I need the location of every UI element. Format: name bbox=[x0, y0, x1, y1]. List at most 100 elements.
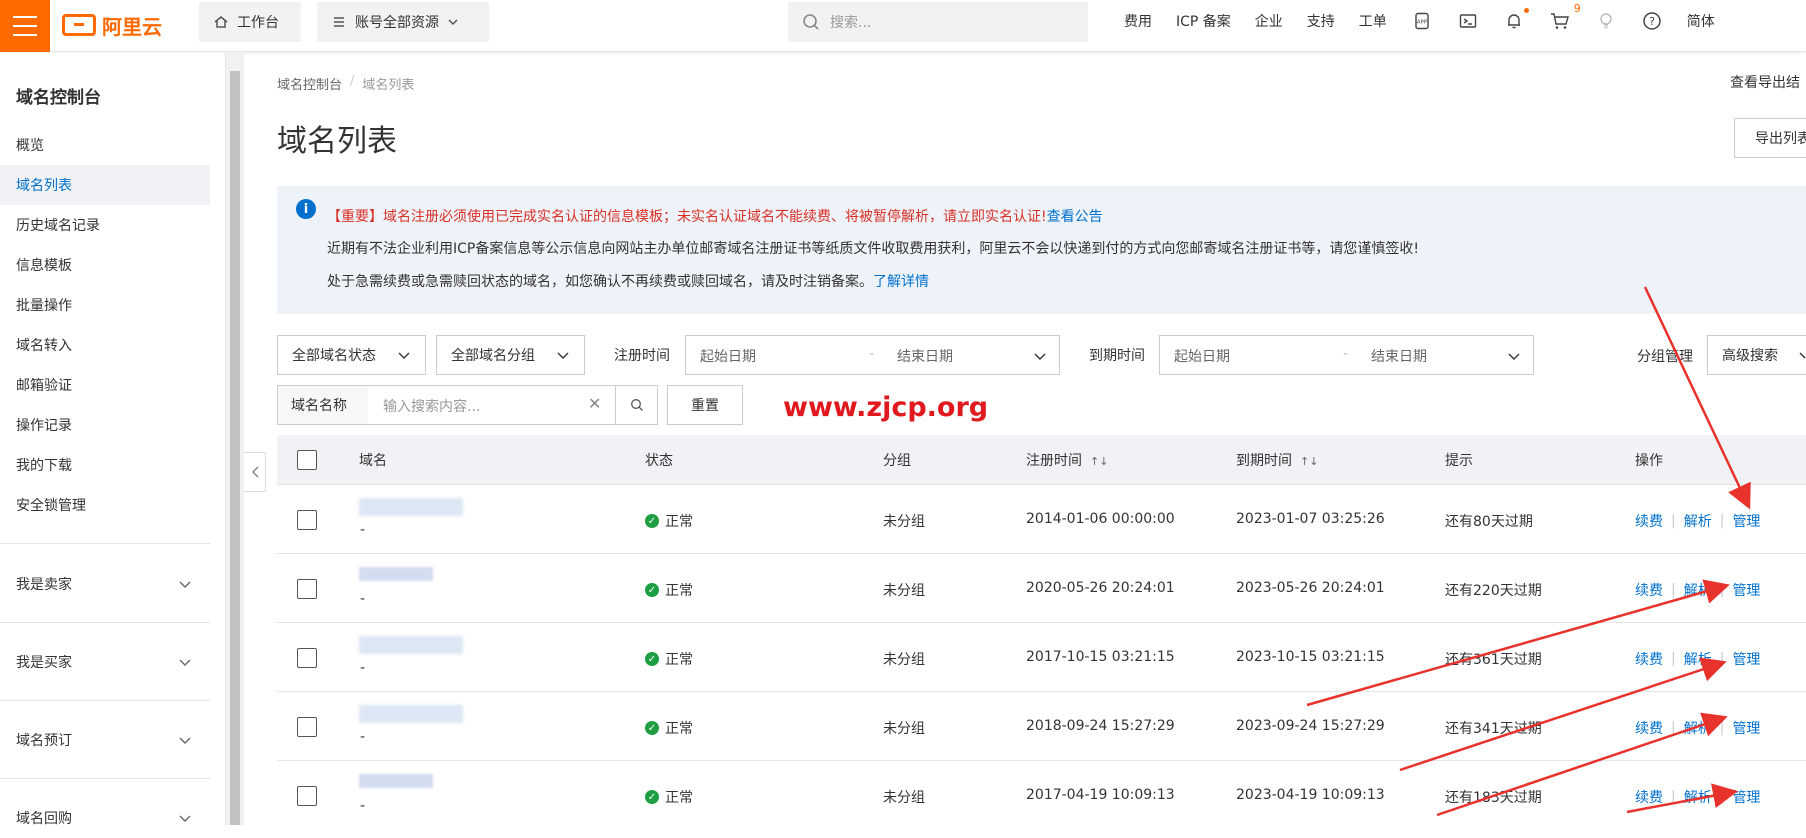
domain-name-redacted[interactable] bbox=[359, 705, 463, 723]
sidebar-item-operation-log[interactable]: 操作记录 bbox=[0, 405, 210, 445]
cart-icon[interactable]: 9 bbox=[1549, 2, 1581, 32]
learn-more-link[interactable]: 了解详情 bbox=[873, 274, 929, 290]
sidebar-item-downloads[interactable]: 我的下载 bbox=[0, 445, 210, 485]
table-row: - ✓ 正常 未分组 2017-04-19 10:09:13 2023-04-19… bbox=[277, 762, 1806, 825]
renew-link[interactable]: 续费 bbox=[1635, 718, 1663, 738]
renew-link[interactable]: 续费 bbox=[1635, 511, 1663, 531]
chevron-left-icon bbox=[251, 466, 259, 478]
row-checkbox[interactable] bbox=[297, 786, 317, 806]
domain-name-redacted[interactable] bbox=[359, 567, 433, 581]
menu-icon[interactable] bbox=[0, 0, 50, 52]
domain-name-redacted[interactable] bbox=[359, 774, 433, 788]
aliyun-logo[interactable]: 阿里云 bbox=[62, 10, 162, 40]
sidebar-item-domain-list[interactable]: 域名列表 bbox=[0, 165, 210, 205]
manage-link[interactable]: 管理 bbox=[1732, 511, 1760, 531]
reg-end-date[interactable]: 结束日期 bbox=[897, 346, 953, 366]
top-link-icp[interactable]: ICP 备案 bbox=[1164, 11, 1243, 31]
domain-search-input[interactable]: 输入搜索内容... bbox=[383, 396, 480, 416]
sidebar-group-buyer[interactable]: 我是买家 bbox=[0, 642, 210, 682]
domain-name-redacted[interactable] bbox=[359, 498, 463, 516]
resolve-link[interactable]: 解析 bbox=[1684, 580, 1712, 600]
col-status: 状态 bbox=[645, 453, 673, 469]
resolve-link[interactable]: 解析 bbox=[1684, 718, 1712, 738]
resolve-link[interactable]: 解析 bbox=[1684, 787, 1712, 807]
manage-link[interactable]: 管理 bbox=[1732, 580, 1760, 600]
workbench-button[interactable]: 工作台 bbox=[199, 2, 301, 42]
reset-button[interactable]: 重置 bbox=[667, 385, 743, 425]
top-link-fee[interactable]: 费用 bbox=[1112, 11, 1164, 31]
exp-start-date[interactable]: 起始日期 bbox=[1174, 346, 1230, 366]
notification-dot bbox=[1523, 8, 1529, 13]
top-link-ticket[interactable]: 工单 bbox=[1347, 11, 1399, 31]
sidebar-item-email-verify[interactable]: 邮箱验证 bbox=[0, 365, 210, 405]
reg-start-date[interactable]: 起始日期 bbox=[700, 346, 756, 366]
notice-important-text: 【重要】域名注册必须使用已完成实名认证的信息模板；未实名认证域名不能续费、将被暂… bbox=[327, 209, 1047, 225]
scrollbar-thumb[interactable] bbox=[230, 71, 240, 825]
view-export-results-link[interactable]: 查看导出结 bbox=[1730, 72, 1800, 92]
sidebar-item-history[interactable]: 历史域名记录 bbox=[0, 205, 210, 245]
select-all-checkbox[interactable] bbox=[297, 450, 317, 470]
chevron-down-icon bbox=[179, 659, 191, 666]
manage-link[interactable]: 管理 bbox=[1732, 649, 1760, 669]
sidebar-group-seller[interactable]: 我是卖家 bbox=[0, 564, 210, 604]
watermark-text: www.zjcp.org bbox=[783, 392, 989, 423]
sidebar-collapse-button[interactable] bbox=[244, 452, 266, 492]
sidebar-item-overview[interactable]: 概览 bbox=[0, 125, 210, 165]
view-announcement-link[interactable]: 查看公告 bbox=[1047, 209, 1103, 225]
sidebar-item-templates[interactable]: 信息模板 bbox=[0, 245, 210, 285]
reg-time-cell: 2020-05-26 20:24:01 bbox=[1026, 580, 1175, 596]
group-cell: 未分组 bbox=[883, 790, 925, 806]
action-separator: | bbox=[1719, 720, 1725, 736]
clear-icon[interactable]: ✕ bbox=[588, 394, 601, 413]
lightbulb-icon[interactable] bbox=[1595, 10, 1617, 32]
renew-link[interactable]: 续费 bbox=[1635, 580, 1663, 600]
col-reg-time[interactable]: 注册时间 ↑↓ bbox=[1026, 450, 1108, 470]
svg-text:?: ? bbox=[1649, 15, 1655, 28]
help-icon[interactable]: ? bbox=[1641, 10, 1663, 32]
top-link-enterprise[interactable]: 企业 bbox=[1243, 11, 1295, 31]
reg-date-range[interactable]: 起始日期 - 结束日期 bbox=[685, 335, 1060, 375]
sort-icon[interactable]: ↑↓ bbox=[1300, 455, 1318, 468]
sidebar-item-transfer-in[interactable]: 域名转入 bbox=[0, 325, 210, 365]
renew-link[interactable]: 续费 bbox=[1635, 787, 1663, 807]
sidebar-item-security-lock[interactable]: 安全锁管理 bbox=[0, 485, 210, 525]
bell-icon[interactable] bbox=[1503, 8, 1529, 32]
table-row: - ✓ 正常 未分组 2018-09-24 15:27:29 2023-09-24… bbox=[277, 693, 1806, 761]
sidebar-scrollbar[interactable] bbox=[226, 53, 244, 825]
row-actions: 续费 | 解析 | 管理 bbox=[1635, 649, 1760, 669]
domain-group-select[interactable]: 全部域名分组 bbox=[436, 335, 585, 375]
notice-line-cancel: 处于急需续费或急需赎回状态的域名，如您确认不再续费或赎回域名，请及时注销备案。了… bbox=[327, 271, 929, 291]
chevron-down-icon bbox=[1799, 352, 1806, 359]
breadcrumb-console[interactable]: 域名控制台 bbox=[277, 74, 342, 93]
renew-link[interactable]: 续费 bbox=[1635, 649, 1663, 669]
manage-link[interactable]: 管理 bbox=[1732, 718, 1760, 738]
breadcrumb-separator: / bbox=[350, 74, 355, 89]
advanced-search-button[interactable]: 高级搜索 bbox=[1707, 335, 1806, 375]
row-checkbox[interactable] bbox=[297, 510, 317, 530]
search-button[interactable] bbox=[615, 386, 657, 424]
top-link-support[interactable]: 支持 bbox=[1295, 11, 1347, 31]
exp-end-date[interactable]: 结束日期 bbox=[1371, 346, 1427, 366]
sidebar-item-batch[interactable]: 批量操作 bbox=[0, 285, 210, 325]
domain-status-select[interactable]: 全部域名状态 bbox=[277, 335, 426, 375]
domain-name-redacted[interactable] bbox=[359, 636, 463, 654]
resolve-link[interactable]: 解析 bbox=[1684, 649, 1712, 669]
export-list-button[interactable]: 导出列表 bbox=[1734, 118, 1806, 158]
col-exp-time[interactable]: 到期时间 ↑↓ bbox=[1236, 450, 1318, 470]
global-search-input[interactable]: 搜索... bbox=[788, 2, 1088, 42]
sort-icon[interactable]: ↑↓ bbox=[1090, 455, 1108, 468]
row-checkbox[interactable] bbox=[297, 579, 317, 599]
terminal-icon[interactable] bbox=[1457, 10, 1479, 32]
exp-date-range[interactable]: 起始日期 - 结束日期 bbox=[1159, 335, 1534, 375]
sidebar-group-buyback[interactable]: 域名回购 bbox=[0, 798, 210, 838]
manage-link[interactable]: 管理 bbox=[1732, 787, 1760, 807]
resources-dropdown[interactable]: 账号全部资源 bbox=[317, 2, 489, 42]
language-switch[interactable]: 简体 bbox=[1675, 11, 1727, 31]
row-checkbox[interactable] bbox=[297, 648, 317, 668]
app-icon[interactable]: APP bbox=[1411, 10, 1433, 32]
sidebar-group-label: 域名回购 bbox=[16, 811, 72, 827]
row-checkbox[interactable] bbox=[297, 717, 317, 737]
resolve-link[interactable]: 解析 bbox=[1684, 511, 1712, 531]
group-manage-link[interactable]: 分组管理 bbox=[1637, 346, 1693, 366]
sidebar-group-preorder[interactable]: 域名预订 bbox=[0, 720, 210, 760]
